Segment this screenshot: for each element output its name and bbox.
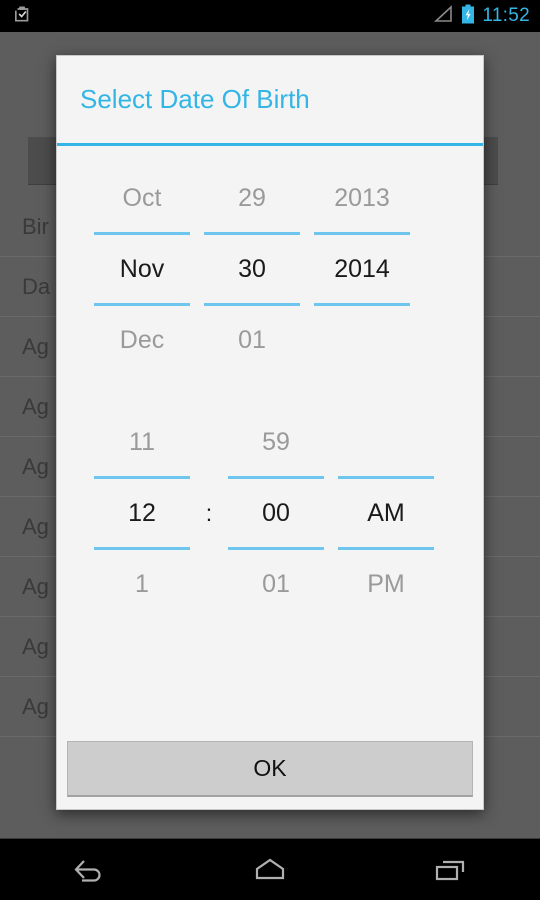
time-separator-colon: : <box>205 500 213 526</box>
minute-current-value[interactable]: 00 <box>221 479 331 547</box>
battery-charging-icon <box>461 4 475 29</box>
dialog-title: Select Date Of Birth <box>80 84 310 114</box>
ok-button[interactable]: OK <box>67 741 473 797</box>
year-spinner[interactable]: 2013 2014 <box>307 164 417 374</box>
minute-next-value[interactable]: 01 <box>221 550 331 618</box>
navigation-bar <box>0 838 540 900</box>
dialog-content: Oct Nov Dec 29 30 01 2013 2014 11 12 1:… <box>57 146 483 733</box>
hour-previous-value[interactable]: 11 <box>87 408 197 476</box>
clipboard-check-icon <box>10 4 30 29</box>
day-current-value[interactable]: 30 <box>197 235 307 303</box>
year-current-value[interactable]: 2014 <box>307 235 417 303</box>
android-screen: 11:52 Bir Da Ag Ag Ag Ag Ag Ag Ag Select… <box>0 0 540 900</box>
hour-next-value[interactable]: 1 <box>87 550 197 618</box>
month-current-value[interactable]: Nov <box>87 235 197 303</box>
dialog-title-bar: Select Date Of Birth <box>57 56 483 146</box>
year-next-value[interactable] <box>307 306 417 374</box>
month-next-value[interactable]: Dec <box>87 306 197 374</box>
signal-empty-icon <box>432 4 454 28</box>
status-bar-notifications <box>10 4 432 29</box>
minute-previous-value[interactable]: 59 <box>221 408 331 476</box>
meridiem-current-value[interactable]: AM <box>331 479 441 547</box>
hour-spinner[interactable]: 11 12 1 <box>87 408 197 618</box>
dialog-footer: OK <box>57 733 483 809</box>
status-bar-indicators: 11:52 <box>432 4 530 29</box>
meridiem-next-value[interactable]: PM <box>331 550 441 618</box>
back-icon[interactable] <box>45 839 135 900</box>
meridiem-previous-value[interactable] <box>331 408 441 476</box>
minute-spinner[interactable]: 59 00 01 <box>221 408 331 618</box>
recents-icon[interactable] <box>405 839 495 900</box>
month-previous-value[interactable]: Oct <box>87 164 197 232</box>
year-previous-value[interactable]: 2013 <box>307 164 417 232</box>
hour-current-value[interactable]: 12 <box>87 479 197 547</box>
time-separator-column: : <box>197 408 221 618</box>
time-picker: 11 12 1 : 59 00 01 AM PM <box>57 408 483 618</box>
day-next-value[interactable]: 01 <box>197 306 307 374</box>
date-picker: Oct Nov Dec 29 30 01 2013 2014 <box>57 164 483 374</box>
month-spinner[interactable]: Oct Nov Dec <box>87 164 197 374</box>
status-bar: 11:52 <box>0 0 540 32</box>
status-bar-clock: 11:52 <box>482 5 530 26</box>
meridiem-spinner[interactable]: AM PM <box>331 408 441 618</box>
home-icon[interactable] <box>225 839 315 900</box>
day-previous-value[interactable]: 29 <box>197 164 307 232</box>
day-spinner[interactable]: 29 30 01 <box>197 164 307 374</box>
date-of-birth-dialog: Select Date Of Birth Oct Nov Dec 29 30 0… <box>56 55 484 810</box>
